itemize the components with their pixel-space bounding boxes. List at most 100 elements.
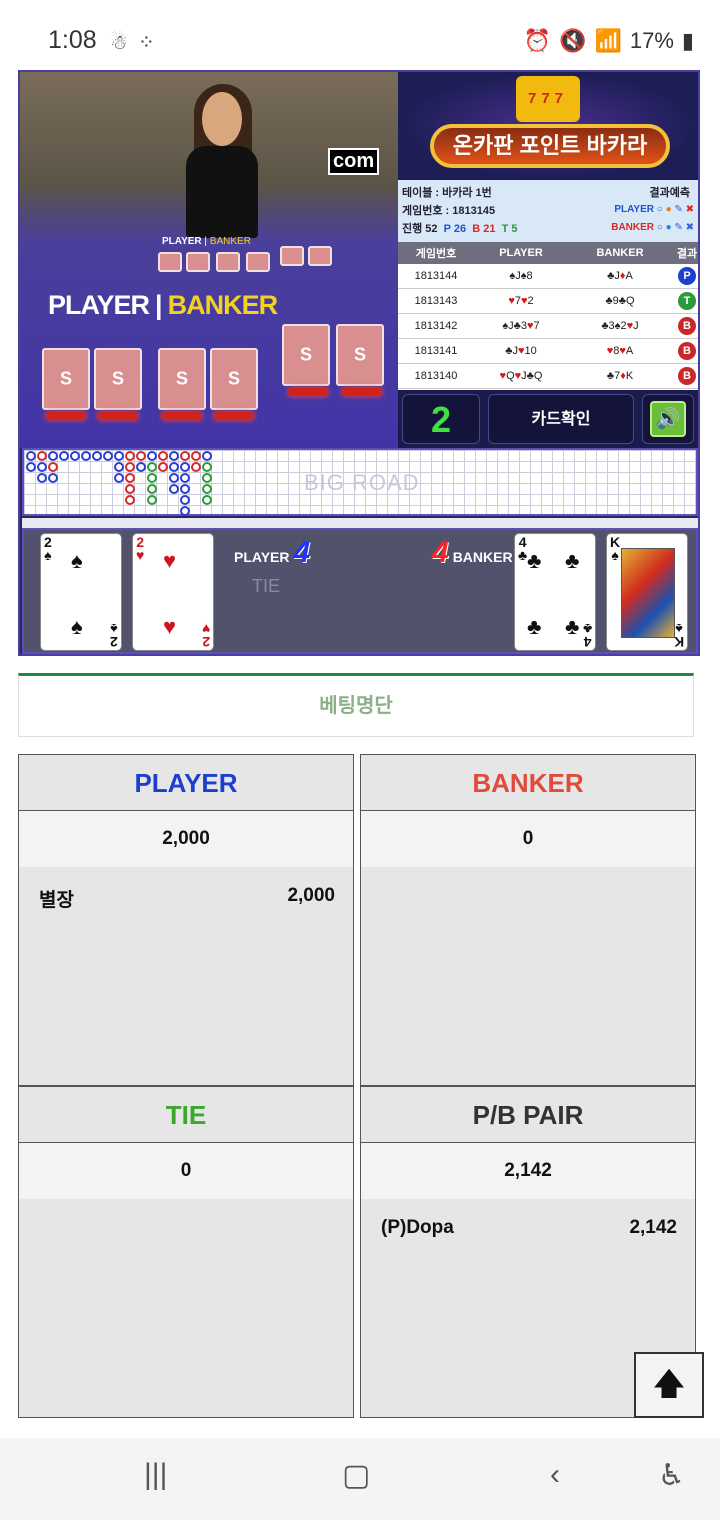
table-mini-label: PLAYER | BANKER bbox=[162, 236, 251, 247]
banker-card-1: 4 ♣ 4 ♣ ♣ ♣ ♣ ♣ bbox=[514, 533, 596, 651]
road-marker bbox=[191, 451, 201, 461]
card-confirm-button[interactable]: 카드확인 bbox=[488, 394, 634, 444]
player-score: PLAYER 4 bbox=[234, 536, 311, 569]
panel-title: BANKER bbox=[361, 755, 695, 811]
brand-banner: 777 온카판 포인트 바카라 bbox=[398, 72, 698, 180]
road-marker bbox=[147, 495, 157, 505]
player-bet-panel: PLAYER 2,000 별장 2,000 bbox=[18, 754, 354, 1086]
history-banker-cards: ♣9♣Q bbox=[605, 295, 635, 307]
history-row: 1813140 ♥Q♥J♣Q ♣7♦K B bbox=[398, 364, 698, 389]
battery-percent: 17% bbox=[629, 28, 674, 53]
arrow-up-icon: 🡅 bbox=[653, 1368, 685, 1401]
road-marker bbox=[48, 462, 58, 472]
prediction-banker[interactable]: BANKER ○ ● ✎ ✖ bbox=[611, 222, 694, 233]
slot-machine-icon: 777 bbox=[516, 76, 580, 122]
road-marker bbox=[26, 462, 36, 472]
history-row: 1813141 ♣J♥10 ♥8♥A B bbox=[398, 339, 698, 364]
road-marker bbox=[180, 462, 190, 472]
bet-amount: 2,142 bbox=[629, 1217, 677, 1238]
clock: 1:08 bbox=[48, 26, 97, 54]
live-video[interactable]: com PLAYER | BANKER PLAYER | BANKER S S S … bbox=[20, 72, 398, 448]
prediction-title: 결과예측 bbox=[649, 187, 690, 199]
road-marker bbox=[136, 451, 146, 461]
road-marker bbox=[147, 462, 157, 472]
history-header: 게임번호 PLAYER BANKER 결과 bbox=[398, 242, 698, 264]
table-card: S bbox=[42, 348, 90, 410]
road-marker bbox=[147, 451, 157, 461]
table-card bbox=[186, 252, 210, 272]
table-card: S bbox=[158, 348, 206, 410]
accessibility-icon[interactable]: ♿ bbox=[658, 1458, 685, 1493]
road-marker bbox=[125, 484, 135, 494]
road-marker bbox=[169, 473, 179, 483]
road-marker bbox=[180, 451, 190, 461]
result-badge: B bbox=[678, 367, 696, 385]
table-name: 테이블 : 바카라 1번 bbox=[402, 187, 492, 199]
history-game-number: 1813142 bbox=[414, 320, 458, 332]
card-reveal: 2 ♠ 2 ♠ ♠ ♠ 2 ♥ 2 ♥ ♥ ♥ PLAYER 4 TIE 4 BANKER 4 ♣ 4 ♣ ♣ ♣… bbox=[22, 528, 698, 654]
scroll-to-top-button[interactable]: 🡅 bbox=[634, 1352, 704, 1418]
panel-total: 2,000 bbox=[19, 811, 353, 867]
history-banker-cards: ♣3♠2♥J bbox=[601, 320, 639, 332]
player-card-1: 2 ♠ 2 ♠ ♠ ♠ bbox=[40, 533, 122, 651]
history-player-cards: ♥7♥2 bbox=[508, 295, 534, 307]
big-road-title: BIG ROAD bbox=[304, 470, 420, 495]
sound-button[interactable]: 🔊 bbox=[642, 394, 694, 444]
history-table: 게임번호 PLAYER BANKER 결과 1813144 ♠J♠8 ♣J♦A P 18… bbox=[398, 242, 698, 390]
grid-notification-icon: ⁘ bbox=[137, 32, 155, 54]
app-notification-icon: ☃ bbox=[110, 32, 128, 54]
game-stream: com PLAYER | BANKER PLAYER | BANKER S S S … bbox=[18, 70, 700, 656]
panel-title: TIE bbox=[19, 1087, 353, 1143]
recent-apps-icon[interactable]: ||| bbox=[144, 1458, 167, 1492]
history-row: 1813142 ♠J♣3♥7 ♣3♠2♥J B bbox=[398, 314, 698, 339]
history-banker-cards: ♣7♦K bbox=[606, 370, 634, 382]
result-badge: T bbox=[678, 292, 696, 310]
control-bar: 2 카드확인 🔊 bbox=[398, 390, 698, 448]
progress-counts: 진행 52 P 26 B 21 T 5 bbox=[402, 223, 518, 235]
table-card: S bbox=[336, 324, 384, 386]
round-counter: 2 bbox=[402, 394, 480, 444]
speaker-icon: 🔊 bbox=[650, 401, 686, 437]
home-icon[interactable]: ▢ bbox=[342, 1458, 370, 1493]
road-marker bbox=[191, 462, 201, 472]
battery-icon: ▮ bbox=[681, 28, 694, 53]
history-banker-cards: ♣J♦A bbox=[607, 270, 633, 282]
road-marker bbox=[48, 451, 58, 461]
history-game-number: 1813141 bbox=[414, 345, 458, 357]
history-player-cards: ♠J♣3♥7 bbox=[502, 320, 540, 332]
road-marker bbox=[37, 462, 47, 472]
tie-bet-panel: TIE 0 bbox=[18, 1086, 354, 1418]
table-card bbox=[246, 252, 270, 272]
table-card bbox=[280, 246, 304, 266]
history-player-cards: ♥Q♥J♣Q bbox=[499, 370, 543, 382]
bet-amount: 2,000 bbox=[287, 885, 335, 906]
table-card bbox=[158, 252, 182, 272]
result-badge: P bbox=[678, 267, 696, 285]
bettor-name: 별장 bbox=[39, 890, 74, 911]
wifi-icon: 📶 bbox=[594, 28, 622, 53]
notification-icons: ☃ ⁘ bbox=[110, 30, 155, 55]
x-icon: ✖ bbox=[685, 222, 694, 233]
road-marker bbox=[114, 462, 124, 472]
road-marker bbox=[202, 484, 212, 494]
banner-title: 온카판 포인트 바카라 bbox=[430, 124, 670, 168]
result-badge: B bbox=[678, 317, 696, 335]
back-icon[interactable]: ‹ bbox=[550, 1458, 560, 1492]
game-number: 게임번호 : 1813145 bbox=[402, 205, 496, 217]
game-info: 테이블 : 바카라 1번 게임번호 : 1813145 진행 52 P 26 B… bbox=[398, 180, 698, 242]
table-card: S bbox=[210, 348, 258, 410]
road-marker bbox=[59, 451, 69, 461]
road-marker bbox=[37, 451, 47, 461]
road-marker bbox=[147, 473, 157, 483]
history-game-number: 1813140 bbox=[414, 370, 458, 382]
king-face-icon bbox=[621, 548, 675, 638]
bettor-name: (P)Dopa bbox=[381, 1217, 454, 1238]
status-bar: 1:08 ☃ ⁘ ⏰ 🔇 📶 17% ▮ bbox=[0, 0, 720, 70]
road-marker bbox=[48, 473, 58, 483]
table-felt-label: PLAYER | BANKER bbox=[48, 290, 278, 320]
result-badge: B bbox=[678, 342, 696, 360]
history-row: 1813144 ♠J♠8 ♣J♦A P bbox=[398, 264, 698, 289]
prediction-player[interactable]: PLAYER ○ ● ✎ ✖ bbox=[614, 204, 694, 215]
banker-bet-panel: BANKER 0 bbox=[360, 754, 696, 1086]
pencil-icon: ✎ bbox=[674, 204, 683, 215]
